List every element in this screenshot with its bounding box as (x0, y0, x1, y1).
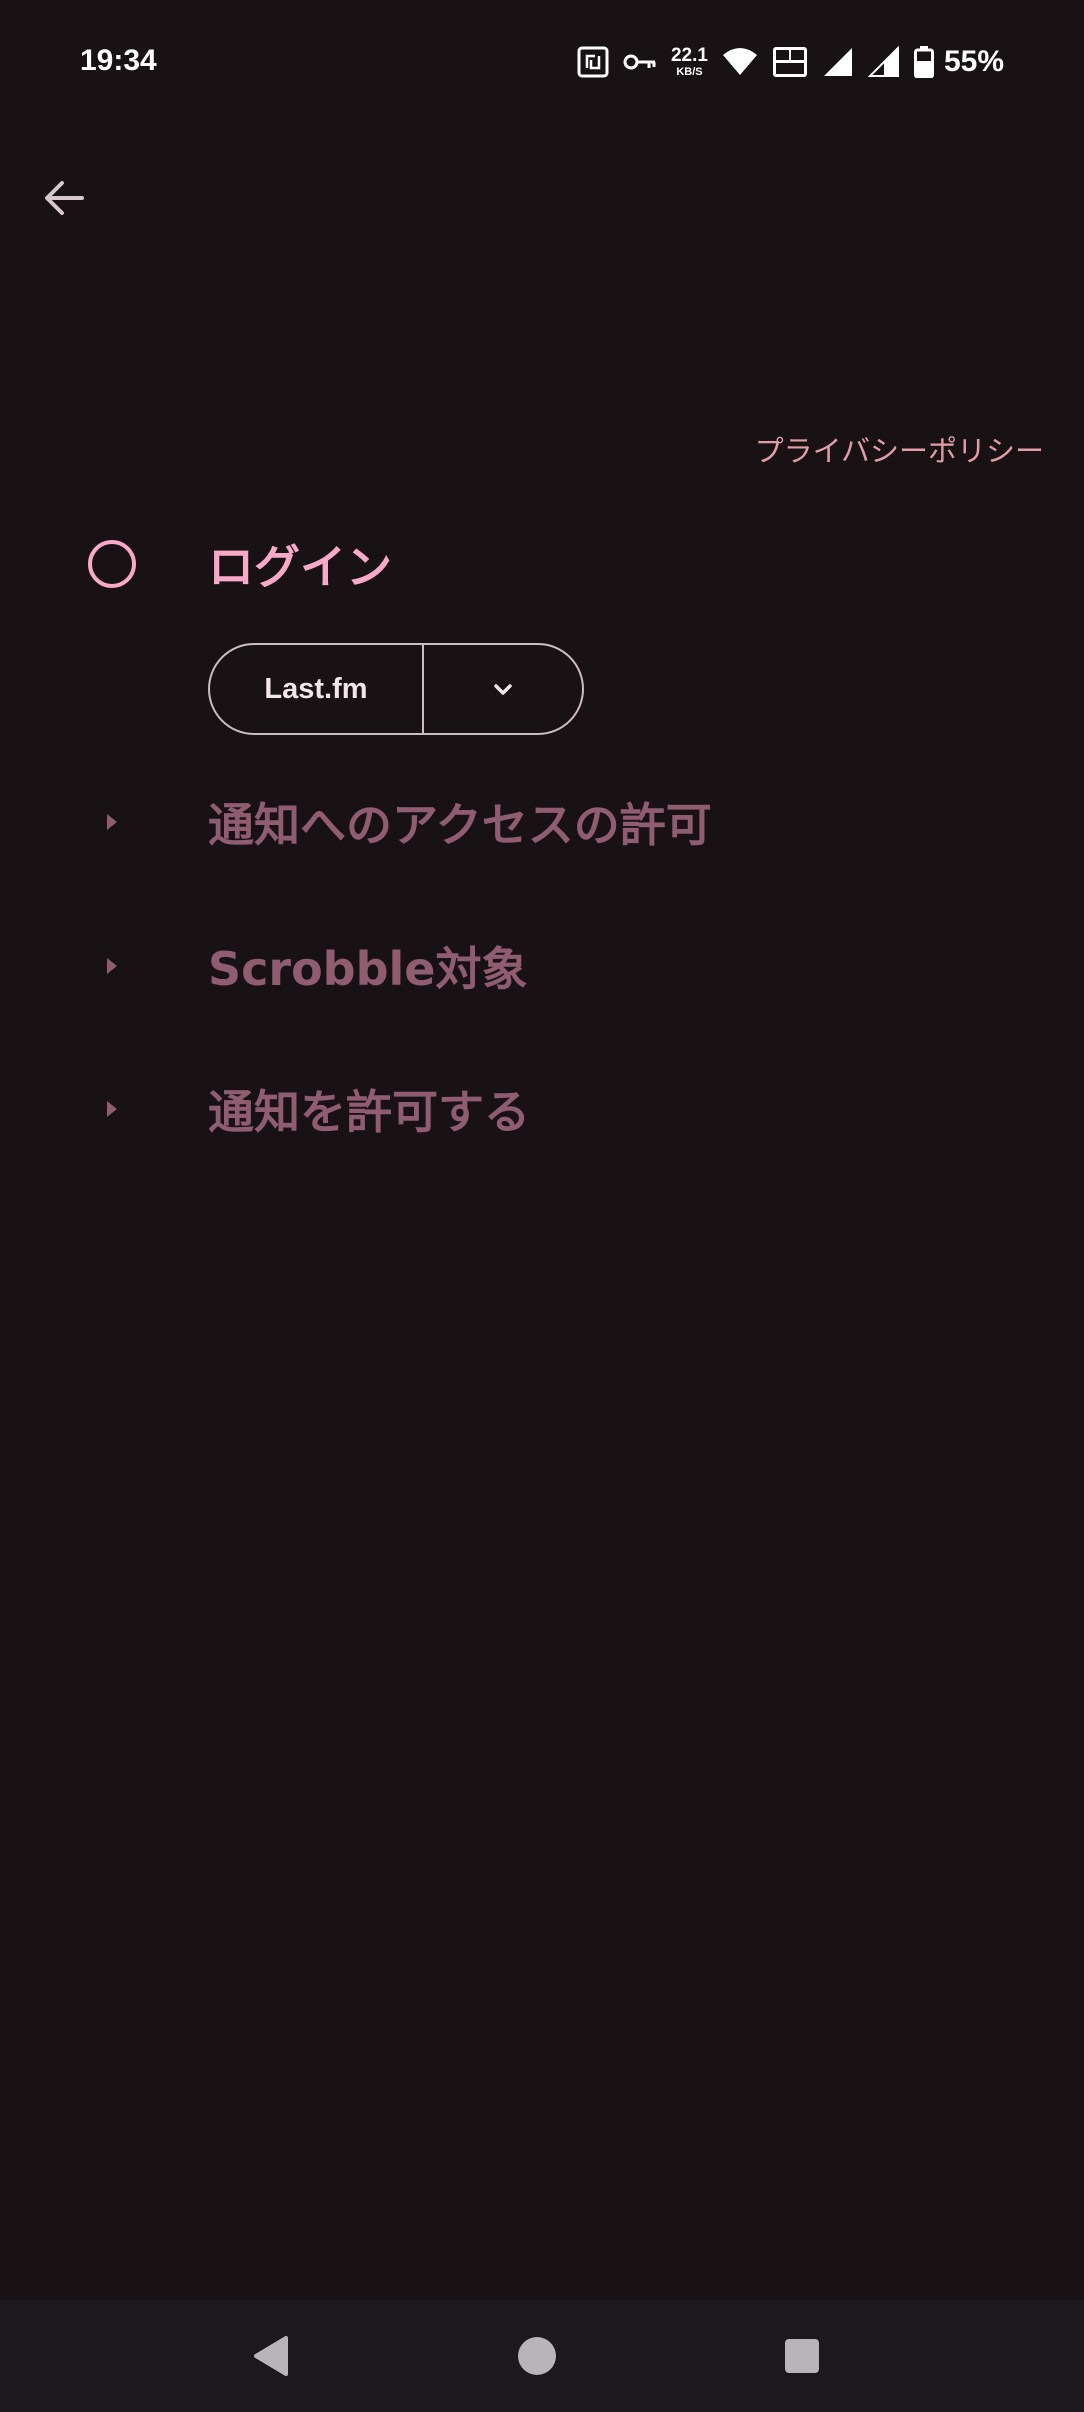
triangle-right-icon (84, 938, 140, 994)
step-scrobble-target[interactable]: Scrobble対象 (0, 926, 1084, 1006)
signal-icon (822, 46, 854, 78)
system-nav-bar (0, 2300, 1084, 2412)
status-time: 19:34 (80, 44, 157, 77)
wifi-icon (722, 47, 758, 77)
chevron-down-icon (494, 684, 512, 695)
nfc-icon (577, 46, 609, 78)
back-triangle-icon (254, 2336, 288, 2376)
volte-icon (772, 46, 808, 78)
nav-home-button[interactable] (497, 2316, 577, 2396)
vpn-key-icon (623, 51, 657, 73)
back-button[interactable] (34, 168, 94, 228)
home-circle-icon (518, 2337, 556, 2375)
step-login[interactable]: ログイン (0, 524, 1084, 604)
arrow-left-icon (45, 181, 84, 215)
network-speed: 22.1 KB/S (671, 46, 708, 78)
nav-back-button[interactable] (230, 2316, 310, 2396)
battery-icon (913, 46, 934, 78)
login-lastfm-button[interactable]: Last.fm (210, 645, 424, 733)
step-title: 通知へのアクセスの許可 (208, 798, 712, 852)
triangle-right-icon (84, 1081, 140, 1137)
circle-outline-icon (84, 536, 140, 592)
step-allow-notifications[interactable]: 通知を許可する (0, 1069, 1084, 1149)
login-service-dropdown-button[interactable] (424, 645, 582, 733)
triangle-right-icon (84, 794, 140, 850)
battery-percent: 55% (943, 45, 1004, 78)
signal-icon (867, 46, 900, 78)
step-title: ログイン (208, 540, 392, 594)
recents-square-icon (785, 2339, 819, 2373)
network-speed-value: 22.1 (670, 45, 708, 66)
nav-recents-button[interactable] (762, 2316, 842, 2396)
step-title: Scrobble対象 (208, 942, 528, 996)
network-speed-unit: KB/S (676, 66, 703, 78)
step-notification-access[interactable]: 通知へのアクセスの許可 (0, 782, 1084, 862)
step-title: 通知を許可する (208, 1085, 530, 1139)
status-bar: 19:34 22.1 KB/S 55% (0, 0, 1084, 125)
privacy-policy-link[interactable]: プライバシーポリシー (755, 428, 1044, 470)
status-icons: 22.1 KB/S 55% (577, 40, 1004, 84)
login-service-split-button: Last.fm (208, 643, 584, 735)
